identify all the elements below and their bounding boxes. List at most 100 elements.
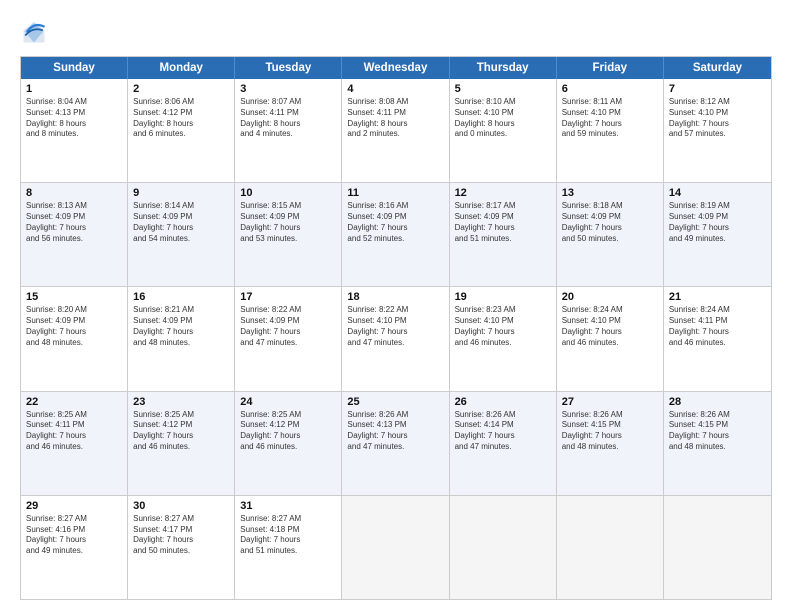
day-number: 13: [562, 187, 658, 199]
week-row-1: 1 Sunrise: 8:04 AMSunset: 4:13 PMDaylight…: [21, 79, 771, 183]
cell-2-6: 21 Sunrise: 8:24 AMSunset: 4:11 PMDayligh…: [664, 287, 771, 390]
day-number: 29: [26, 500, 122, 512]
calendar: Sunday Monday Tuesday Wednesday Thursday…: [20, 56, 772, 600]
week-row-5: 29 Sunrise: 8:27 AMSunset: 4:16 PMDayligh…: [21, 496, 771, 599]
cell-text: Sunrise: 8:19 AMSunset: 4:09 PMDaylight:…: [669, 201, 766, 244]
day-number: 2: [133, 83, 229, 95]
day-number: 24: [240, 396, 336, 408]
cell-0-1: 2 Sunrise: 8:06 AMSunset: 4:12 PMDaylight…: [128, 79, 235, 182]
cell-text: Sunrise: 8:25 AMSunset: 4:11 PMDaylight:…: [26, 410, 122, 453]
cell-2-5: 20 Sunrise: 8:24 AMSunset: 4:10 PMDayligh…: [557, 287, 664, 390]
cell-text: Sunrise: 8:07 AMSunset: 4:11 PMDaylight:…: [240, 97, 336, 140]
cell-0-6: 7Sunrise: 8:12 AMSunset: 4:10 PMDaylight…: [664, 79, 771, 182]
day-number: 8: [26, 187, 122, 199]
cell-text: Sunrise: 8:26 AMSunset: 4:15 PMDaylight:…: [669, 410, 766, 453]
logo: [20, 18, 52, 46]
day-number: 4: [347, 83, 443, 95]
calendar-body: 1 Sunrise: 8:04 AMSunset: 4:13 PMDaylight…: [21, 79, 771, 599]
header-saturday: Saturday: [664, 57, 771, 79]
cell-0-2: 3 Sunrise: 8:07 AMSunset: 4:11 PMDaylight…: [235, 79, 342, 182]
cell-3-2: 24Sunrise: 8:25 AMSunset: 4:12 PMDayligh…: [235, 392, 342, 495]
day-number: 10: [240, 187, 336, 199]
cell-3-6: 28Sunrise: 8:26 AMSunset: 4:15 PMDayligh…: [664, 392, 771, 495]
day-number: 22: [26, 396, 122, 408]
cell-text: Sunrise: 8:13 AMSunset: 4:09 PMDaylight:…: [26, 201, 122, 244]
day-number: 18: [347, 291, 443, 303]
cell-text: Sunrise: 8:10 AMSunset: 4:10 PMDaylight:…: [455, 97, 551, 140]
week-row-3: 15 Sunrise: 8:20 AMSunset: 4:09 PMDayligh…: [21, 287, 771, 391]
cell-1-2: 10 Sunrise: 8:15 AMSunset: 4:09 PMDayligh…: [235, 183, 342, 286]
cell-1-0: 8 Sunrise: 8:13 AMSunset: 4:09 PMDaylight…: [21, 183, 128, 286]
day-number: 30: [133, 500, 229, 512]
cell-3-1: 23Sunrise: 8:25 AMSunset: 4:12 PMDayligh…: [128, 392, 235, 495]
day-number: 21: [669, 291, 766, 303]
cell-2-3: 18 Sunrise: 8:22 AMSunset: 4:10 PMDayligh…: [342, 287, 449, 390]
day-number: 16: [133, 291, 229, 303]
day-number: 12: [455, 187, 551, 199]
cell-4-0: 29 Sunrise: 8:27 AMSunset: 4:16 PMDayligh…: [21, 496, 128, 599]
cell-text: Sunrise: 8:24 AMSunset: 4:10 PMDaylight:…: [562, 305, 658, 348]
logo-icon: [20, 18, 48, 46]
cell-2-2: 17 Sunrise: 8:22 AMSunset: 4:09 PMDayligh…: [235, 287, 342, 390]
cell-0-0: 1 Sunrise: 8:04 AMSunset: 4:13 PMDaylight…: [21, 79, 128, 182]
cell-text: Sunrise: 8:06 AMSunset: 4:12 PMDaylight:…: [133, 97, 229, 140]
cell-text: Sunrise: 8:22 AMSunset: 4:10 PMDaylight:…: [347, 305, 443, 348]
day-number: 15: [26, 291, 122, 303]
header-tuesday: Tuesday: [235, 57, 342, 79]
calendar-header: Sunday Monday Tuesday Wednesday Thursday…: [21, 57, 771, 79]
cell-text: Sunrise: 8:18 AMSunset: 4:09 PMDaylight:…: [562, 201, 658, 244]
cell-text: Sunrise: 8:26 AMSunset: 4:14 PMDaylight:…: [455, 410, 551, 453]
cell-3-5: 27Sunrise: 8:26 AMSunset: 4:15 PMDayligh…: [557, 392, 664, 495]
day-number: 31: [240, 500, 336, 512]
cell-text: Sunrise: 8:24 AMSunset: 4:11 PMDaylight:…: [669, 305, 766, 348]
cell-text: Sunrise: 8:22 AMSunset: 4:09 PMDaylight:…: [240, 305, 336, 348]
day-number: 25: [347, 396, 443, 408]
cell-4-4: [450, 496, 557, 599]
header-thursday: Thursday: [450, 57, 557, 79]
cell-text: Sunrise: 8:23 AMSunset: 4:10 PMDaylight:…: [455, 305, 551, 348]
cell-text: Sunrise: 8:20 AMSunset: 4:09 PMDaylight:…: [26, 305, 122, 348]
header-sunday: Sunday: [21, 57, 128, 79]
cell-2-4: 19 Sunrise: 8:23 AMSunset: 4:10 PMDayligh…: [450, 287, 557, 390]
cell-1-3: 11Sunrise: 8:16 AMSunset: 4:09 PMDayligh…: [342, 183, 449, 286]
cell-1-1: 9Sunrise: 8:14 AMSunset: 4:09 PMDaylight…: [128, 183, 235, 286]
cell-4-5: [557, 496, 664, 599]
day-number: 20: [562, 291, 658, 303]
cell-text: Sunrise: 8:16 AMSunset: 4:09 PMDaylight:…: [347, 201, 443, 244]
cell-text: Sunrise: 8:08 AMSunset: 4:11 PMDaylight:…: [347, 97, 443, 140]
cell-text: Sunrise: 8:21 AMSunset: 4:09 PMDaylight:…: [133, 305, 229, 348]
day-number: 1: [26, 83, 122, 95]
day-number: 3: [240, 83, 336, 95]
cell-2-1: 16 Sunrise: 8:21 AMSunset: 4:09 PMDayligh…: [128, 287, 235, 390]
cell-1-4: 12Sunrise: 8:17 AMSunset: 4:09 PMDayligh…: [450, 183, 557, 286]
day-number: 14: [669, 187, 766, 199]
day-number: 7: [669, 83, 766, 95]
cell-1-5: 13 Sunrise: 8:18 AMSunset: 4:09 PMDayligh…: [557, 183, 664, 286]
cell-4-6: [664, 496, 771, 599]
cell-text: Sunrise: 8:04 AMSunset: 4:13 PMDaylight:…: [26, 97, 122, 140]
cell-3-0: 22 Sunrise: 8:25 AMSunset: 4:11 PMDayligh…: [21, 392, 128, 495]
cell-0-5: 6 Sunrise: 8:11 AMSunset: 4:10 PMDaylight…: [557, 79, 664, 182]
day-number: 5: [455, 83, 551, 95]
day-number: 17: [240, 291, 336, 303]
cell-text: Sunrise: 8:26 AMSunset: 4:13 PMDaylight:…: [347, 410, 443, 453]
cell-3-4: 26 Sunrise: 8:26 AMSunset: 4:14 PMDayligh…: [450, 392, 557, 495]
day-number: 19: [455, 291, 551, 303]
header-wednesday: Wednesday: [342, 57, 449, 79]
week-row-4: 22 Sunrise: 8:25 AMSunset: 4:11 PMDayligh…: [21, 392, 771, 496]
day-number: 6: [562, 83, 658, 95]
cell-1-6: 14 Sunrise: 8:19 AMSunset: 4:09 PMDayligh…: [664, 183, 771, 286]
cell-0-4: 5 Sunrise: 8:10 AMSunset: 4:10 PMDaylight…: [450, 79, 557, 182]
day-number: 26: [455, 396, 551, 408]
cell-text: Sunrise: 8:27 AMSunset: 4:17 PMDaylight:…: [133, 514, 229, 557]
cell-text: Sunrise: 8:27 AMSunset: 4:16 PMDaylight:…: [26, 514, 122, 557]
header-friday: Friday: [557, 57, 664, 79]
day-number: 23: [133, 396, 229, 408]
header-monday: Monday: [128, 57, 235, 79]
header: [20, 18, 772, 46]
cell-4-1: 30 Sunrise: 8:27 AMSunset: 4:17 PMDayligh…: [128, 496, 235, 599]
cell-4-2: 31Sunrise: 8:27 AMSunset: 4:18 PMDayligh…: [235, 496, 342, 599]
cell-3-3: 25 Sunrise: 8:26 AMSunset: 4:13 PMDayligh…: [342, 392, 449, 495]
cell-text: Sunrise: 8:15 AMSunset: 4:09 PMDaylight:…: [240, 201, 336, 244]
cell-text: Sunrise: 8:11 AMSunset: 4:10 PMDaylight:…: [562, 97, 658, 140]
